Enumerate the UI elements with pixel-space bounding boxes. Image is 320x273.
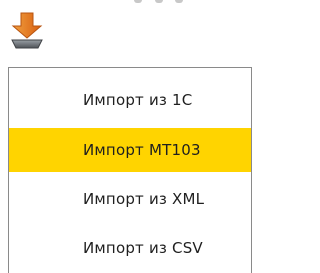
menu-item-import-csv[interactable]: Импорт из CSV: [9, 226, 251, 270]
menu-item-label: Импорт из CSV: [83, 239, 203, 257]
menu-item-label: Импорт из 1С: [83, 91, 193, 109]
menu-item-import-1c[interactable]: Импорт из 1С: [9, 78, 251, 122]
import-menu-widget: Импорт из 1С Импорт MT103 Импорт из XML …: [0, 0, 252, 273]
import-dropdown-menu: Импорт из 1С Импорт MT103 Импорт из XML …: [8, 67, 252, 273]
menu-item-label: Импорт MT103: [83, 141, 201, 159]
top-edge-fragment: [134, 0, 214, 4]
import-button[interactable]: [8, 8, 46, 52]
import-down-arrow-icon: [11, 12, 43, 49]
menu-item-label: Импорт из XML: [83, 190, 205, 208]
menu-item-import-mt103[interactable]: Импорт MT103: [9, 128, 251, 172]
menu-item-import-xml[interactable]: Импорт из XML: [9, 177, 251, 221]
